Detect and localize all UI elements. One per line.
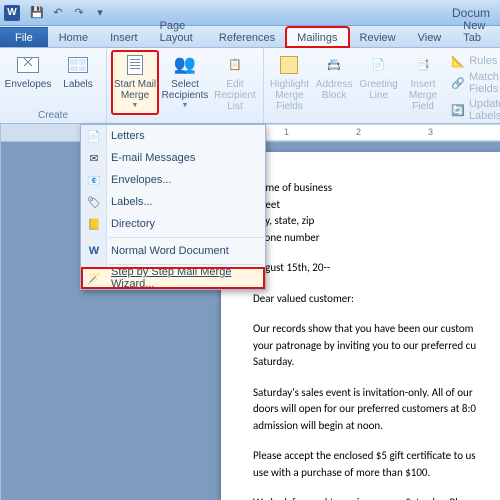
ribbon-tabstrip: File Home Insert Page Layout References … <box>0 26 500 48</box>
select-recipients-button[interactable]: 👥 Select Recipients ▼ <box>161 50 209 115</box>
labels-button[interactable]: Labels <box>54 50 102 109</box>
tab-file[interactable]: File <box>0 27 48 47</box>
people-icon: 👥 <box>171 53 199 77</box>
title-bar: W 💾 ↶ ↷ ▾ Docum <box>0 0 500 26</box>
doc-text: Dear valued customer: <box>253 291 500 308</box>
insert-field-icon: 📑 <box>409 53 437 77</box>
rules-icon: 📐 <box>451 54 465 68</box>
doc-text: admission will begin at noon. <box>253 418 500 435</box>
envelope-icon: 📧 <box>86 172 102 188</box>
tab-view[interactable]: View <box>407 27 453 47</box>
rules-button[interactable]: 📐Rules ▾ <box>448 53 500 69</box>
doc-text: Our records show that you have been our … <box>253 321 500 338</box>
address-block-icon: 📇 <box>320 53 348 77</box>
doc-text: City, state, zip <box>253 213 500 230</box>
dropdown-item-letters[interactable]: 📄 Letters <box>81 125 265 147</box>
ruler-tick: 1 <box>284 127 289 137</box>
labels-icon: 🏷 <box>86 194 102 210</box>
update-labels-icon: 🔄 <box>451 103 465 117</box>
tab-home[interactable]: Home <box>48 27 99 47</box>
tab-references[interactable]: References <box>208 27 286 47</box>
write-small-buttons: 📐Rules ▾ 🔗Match Fields 🔄Update Labels <box>446 50 500 126</box>
tab-insert[interactable]: Insert <box>99 27 149 47</box>
undo-icon[interactable]: ↶ <box>49 4 67 22</box>
doc-text: August 15th, 20-- <box>253 260 500 277</box>
doc-text: Saturday. <box>253 354 500 371</box>
start-mail-merge-icon <box>121 53 149 77</box>
envelopes-button[interactable]: Envelopes <box>4 50 52 109</box>
tab-mailings[interactable]: Mailings <box>286 27 348 47</box>
quick-access-toolbar: 💾 ↶ ↷ ▾ <box>28 4 109 22</box>
doc-text: Name of business <box>253 180 500 197</box>
address-block-button[interactable]: 📇 Address Block <box>313 50 355 126</box>
directory-icon: 📒 <box>86 216 102 232</box>
doc-text: your patronage by inviting you to our pr… <box>253 338 500 355</box>
doc-text: phone number <box>253 230 500 247</box>
doc-text: use with a purchase of more than $100. <box>253 465 500 482</box>
save-icon[interactable]: 💾 <box>28 4 46 22</box>
tab-page-layout[interactable]: Page Layout <box>149 15 208 47</box>
start-mail-merge-dropdown: 📄 Letters ✉ E-mail Messages 📧 Envelopes.… <box>80 124 266 290</box>
word-doc-icon: W <box>86 243 102 259</box>
doc-text: doors will open for our preferred custom… <box>253 401 500 418</box>
tab-new-tab[interactable]: New Tab <box>452 15 500 47</box>
dropdown-item-email[interactable]: ✉ E-mail Messages <box>81 147 265 169</box>
ribbon: Envelopes Labels Create Start Mail Merge… <box>0 48 500 124</box>
group-create: Envelopes Labels Create <box>0 48 107 123</box>
dropdown-separator <box>109 237 263 238</box>
doc-text: We look forward to seeing you on Saturda… <box>253 495 500 500</box>
redo-icon[interactable]: ↷ <box>70 4 88 22</box>
group-label-create: Create <box>38 109 68 123</box>
greeting-line-button[interactable]: 📄 Greeting Line <box>357 50 399 126</box>
envelope-icon <box>14 53 42 77</box>
match-fields-button[interactable]: 🔗Match Fields <box>448 70 500 96</box>
letter-icon: 📄 <box>86 128 102 144</box>
word-app-icon: W <box>4 5 20 21</box>
group-start-mail-merge: Start Mail Merge ▼ 👥 Select Recipients ▼… <box>107 48 264 123</box>
dropdown-item-mail-merge-wizard[interactable]: 🪄 Step by Step Mail Merge Wizard... <box>81 267 265 289</box>
insert-merge-field-button[interactable]: 📑 Insert Merge Field <box>402 50 444 126</box>
dropdown-item-labels[interactable]: 🏷 Labels... <box>81 191 265 213</box>
dropdown-item-directory[interactable]: 📒 Directory <box>81 213 265 235</box>
highlight-icon <box>275 53 303 77</box>
tab-review[interactable]: Review <box>349 27 407 47</box>
dropdown-item-normal-word-document[interactable]: W Normal Word Document <box>81 240 265 262</box>
doc-text: Saturday's sales event is invitation-onl… <box>253 385 500 402</box>
group-write-insert: Highlight Merge Fields 📇 Address Block 📄… <box>264 48 500 123</box>
doc-text: Street <box>253 197 500 214</box>
ruler-tick: 2 <box>356 127 361 137</box>
chevron-down-icon: ▼ <box>182 102 189 110</box>
match-fields-icon: 🔗 <box>451 76 465 90</box>
ruler-tick: 3 <box>428 127 433 137</box>
qat-customize-icon[interactable]: ▾ <box>91 4 109 22</box>
greeting-line-icon: 📄 <box>365 53 393 77</box>
doc-text: Please accept the enclosed $5 gift certi… <box>253 448 500 465</box>
dropdown-item-envelopes[interactable]: 📧 Envelopes... <box>81 169 265 191</box>
edit-recipient-list-button[interactable]: 📋 Edit Recipient List <box>211 50 259 115</box>
labels-icon <box>64 53 92 77</box>
start-mail-merge-button[interactable]: Start Mail Merge ▼ <box>111 50 159 115</box>
edit-list-icon: 📋 <box>221 53 249 77</box>
highlight-merge-fields-button[interactable]: Highlight Merge Fields <box>268 50 311 126</box>
email-icon: ✉ <box>86 150 102 166</box>
dropdown-separator <box>109 264 263 265</box>
wizard-icon: 🪄 <box>86 270 102 286</box>
chevron-down-icon: ▼ <box>132 102 139 110</box>
update-labels-button[interactable]: 🔄Update Labels <box>448 97 500 123</box>
